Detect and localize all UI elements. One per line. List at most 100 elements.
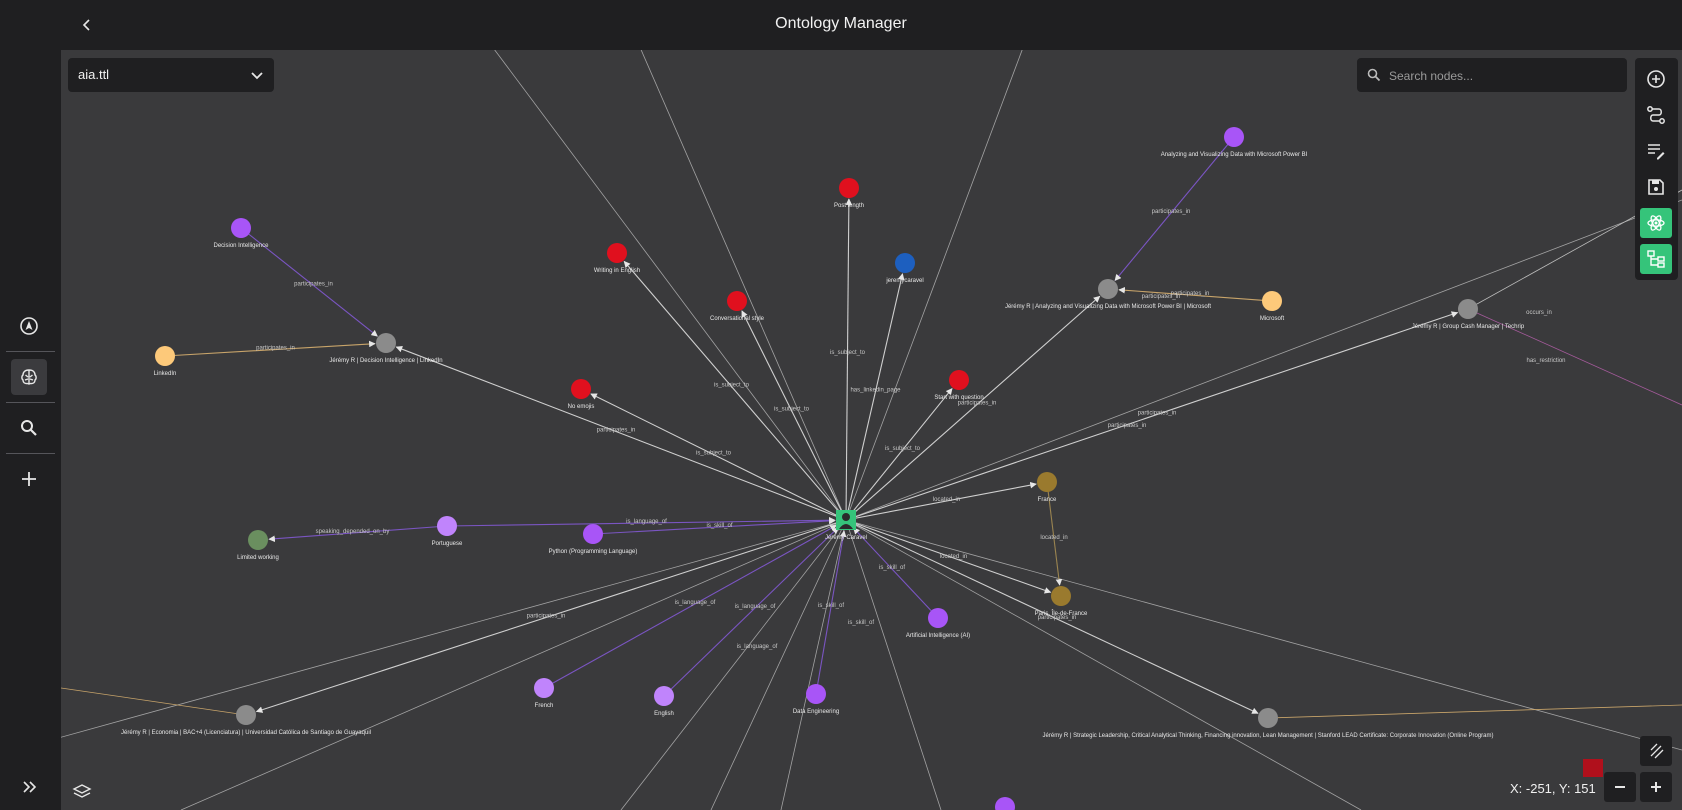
graph-svg[interactable]: is_subject_to is_subject_to is_subject_toi… <box>61 50 1682 810</box>
left-sidebar <box>0 50 61 810</box>
edge-label: participates_in <box>597 428 636 434</box>
expand-sidebar-button[interactable] <box>11 769 47 805</box>
edit-list-button[interactable] <box>1640 136 1672 166</box>
graph-edge <box>845 50 1023 521</box>
navigate-icon <box>20 317 38 335</box>
edit-list-icon <box>1648 144 1665 160</box>
graph-node <box>1258 708 1278 728</box>
graph-node <box>806 684 826 704</box>
edge-label: is_subject_to <box>774 407 810 413</box>
atom-view-button[interactable] <box>1640 208 1672 238</box>
search-input[interactable] <box>1387 64 1621 88</box>
chevron-down-icon <box>251 72 263 80</box>
node-label: No emojis <box>568 404 595 410</box>
graph-edge <box>845 295 1101 521</box>
node-label: Jérémy R | Economia | BAC+4 (Licenciatur… <box>121 730 371 736</box>
atom-icon <box>1647 215 1665 231</box>
top-bar: Ontology Manager <box>0 0 1682 50</box>
edge-label: is_subject_to <box>714 383 750 389</box>
ontology-brain-button[interactable] <box>11 359 47 395</box>
graph-node <box>1051 586 1071 606</box>
edge-label: participates_in <box>256 346 295 352</box>
edge-label: located_in <box>933 497 960 503</box>
node-label: Post length <box>834 203 864 209</box>
edge-label: participates_in <box>294 282 333 288</box>
graph-node <box>376 333 396 353</box>
graph-edge <box>494 50 847 521</box>
graph-node <box>571 379 591 399</box>
node-label: Writing in English <box>594 268 640 274</box>
node-label: Microsoft <box>1260 316 1285 322</box>
graph-node <box>727 291 747 311</box>
graph-node <box>583 524 603 544</box>
graph-edge <box>845 519 942 810</box>
file-select-value: aia.ttl <box>78 67 110 82</box>
node-label: Data Engineering <box>793 709 839 715</box>
node-label: Decision Intelligence <box>213 243 269 249</box>
node-label: Jérémy R | Strategic Leadership, Critica… <box>1043 733 1494 739</box>
sidebar-divider <box>6 402 55 403</box>
edge-label: participates_in <box>1108 423 1147 429</box>
plus-icon <box>1651 782 1661 792</box>
node-label: Jérémy R | Analyzing and Visualizing Dat… <box>1005 304 1211 310</box>
hierarchy-view-button[interactable] <box>1640 244 1672 274</box>
node-label: Portuguese <box>432 541 463 547</box>
graph-node <box>1262 291 1282 311</box>
graph-node <box>995 797 1015 810</box>
edge-label: participates_in <box>1152 209 1191 215</box>
edge-label: is_skill_of <box>818 603 844 609</box>
sidebar-divider <box>6 351 55 352</box>
graph-edge <box>845 273 905 521</box>
save-button[interactable] <box>1640 172 1672 202</box>
fit-view-button[interactable] <box>1640 736 1672 766</box>
node-label: English <box>654 711 674 717</box>
graph-node <box>231 218 251 238</box>
edge-label: participates_in <box>527 614 566 620</box>
zoom-out-button[interactable] <box>1604 772 1636 802</box>
add-button[interactable] <box>11 461 47 497</box>
node-label: France <box>1038 497 1057 503</box>
zoom-in-button[interactable] <box>1640 772 1672 802</box>
plus-icon <box>22 472 36 486</box>
search-button[interactable] <box>11 410 47 446</box>
graph-node <box>949 370 969 390</box>
edge-label: has_linkedin_page <box>850 388 901 394</box>
node-label: French <box>535 703 554 709</box>
edge-label: participates_in <box>1142 294 1181 300</box>
hierarchy-icon <box>1647 250 1665 268</box>
add-node-button[interactable] <box>1640 64 1672 94</box>
edge-label: is_skill_of <box>879 565 905 571</box>
graph-edge <box>61 687 247 716</box>
layers-icon <box>72 784 92 798</box>
add-node-icon <box>1647 70 1665 88</box>
graph-node <box>895 253 915 273</box>
graph-node <box>928 608 948 628</box>
edge-label: is_language_of <box>626 519 667 525</box>
node-label: Start with question <box>934 395 983 401</box>
edge-label: has_restriction <box>1526 358 1565 364</box>
navigate-button[interactable] <box>11 308 47 344</box>
graph-edge <box>180 519 847 810</box>
edge-label: is_language_of <box>735 604 776 610</box>
graph-edge <box>845 519 1362 810</box>
graph-edge <box>741 310 847 521</box>
add-relation-button[interactable] <box>1640 100 1672 130</box>
ontology-file-select[interactable]: aia.ttl <box>68 58 274 92</box>
graph-node <box>155 346 175 366</box>
graph-edge <box>710 519 847 810</box>
search-icon <box>21 420 37 436</box>
brain-icon <box>21 369 37 385</box>
layers-button[interactable] <box>70 780 94 804</box>
graph-edge <box>780 519 847 810</box>
sidebar-divider <box>6 453 55 454</box>
node-label: Jérémy R | Decision Intelligence | Linke… <box>329 358 442 364</box>
node-label: Paris, Île-de-France <box>1035 610 1088 617</box>
edge-label: is_subject_to <box>885 446 921 452</box>
graph-node <box>1037 472 1057 492</box>
back-button[interactable] <box>74 12 100 38</box>
graph-node <box>654 686 674 706</box>
search-icon <box>1367 68 1381 82</box>
graph-canvas[interactable]: is_subject_to is_subject_to is_subject_toi… <box>61 50 1682 810</box>
double-chevron-right-icon <box>23 781 37 793</box>
node-label: Analyzing and Visualizing Data with Micr… <box>1161 152 1308 158</box>
